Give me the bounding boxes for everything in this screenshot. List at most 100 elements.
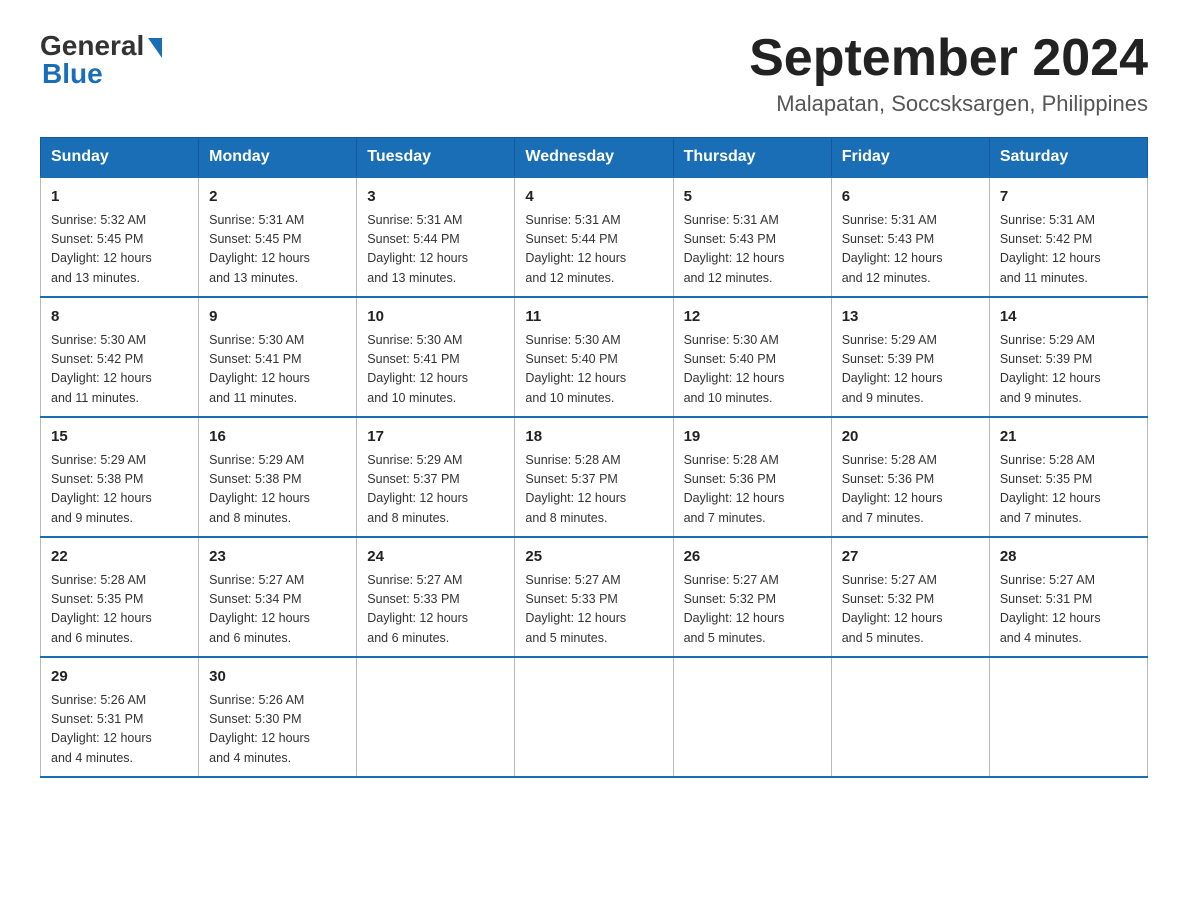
day-info: Sunrise: 5:27 AMSunset: 5:32 PMDaylight:… [684,571,821,649]
day-number: 17 [367,426,504,449]
day-number: 13 [842,306,979,329]
calendar-cell: 7Sunrise: 5:31 AMSunset: 5:42 PMDaylight… [989,177,1147,297]
page-header: General Blue September 2024 Malapatan, S… [40,30,1148,117]
calendar-cell: 2Sunrise: 5:31 AMSunset: 5:45 PMDaylight… [199,177,357,297]
calendar-cell: 11Sunrise: 5:30 AMSunset: 5:40 PMDayligh… [515,297,673,417]
day-info: Sunrise: 5:32 AMSunset: 5:45 PMDaylight:… [51,211,188,289]
day-info: Sunrise: 5:27 AMSunset: 5:32 PMDaylight:… [842,571,979,649]
day-info: Sunrise: 5:27 AMSunset: 5:33 PMDaylight:… [367,571,504,649]
day-number: 29 [51,666,188,689]
day-info: Sunrise: 5:29 AMSunset: 5:39 PMDaylight:… [1000,331,1137,409]
day-number: 2 [209,186,346,209]
calendar-cell: 29Sunrise: 5:26 AMSunset: 5:31 PMDayligh… [41,657,199,777]
calendar-cell: 20Sunrise: 5:28 AMSunset: 5:36 PMDayligh… [831,417,989,537]
location-subtitle: Malapatan, Soccsksargen, Philippines [749,91,1148,117]
day-number: 1 [51,186,188,209]
calendar-header-row: SundayMondayTuesdayWednesdayThursdayFrid… [41,138,1148,178]
calendar-cell: 24Sunrise: 5:27 AMSunset: 5:33 PMDayligh… [357,537,515,657]
day-number: 26 [684,546,821,569]
day-info: Sunrise: 5:28 AMSunset: 5:35 PMDaylight:… [1000,451,1137,529]
day-number: 4 [525,186,662,209]
day-info: Sunrise: 5:31 AMSunset: 5:42 PMDaylight:… [1000,211,1137,289]
calendar-cell: 27Sunrise: 5:27 AMSunset: 5:32 PMDayligh… [831,537,989,657]
calendar-cell: 13Sunrise: 5:29 AMSunset: 5:39 PMDayligh… [831,297,989,417]
day-number: 6 [842,186,979,209]
calendar-cell: 10Sunrise: 5:30 AMSunset: 5:41 PMDayligh… [357,297,515,417]
day-info: Sunrise: 5:27 AMSunset: 5:31 PMDaylight:… [1000,571,1137,649]
day-number: 14 [1000,306,1137,329]
day-info: Sunrise: 5:26 AMSunset: 5:31 PMDaylight:… [51,691,188,769]
day-number: 16 [209,426,346,449]
calendar-cell: 1Sunrise: 5:32 AMSunset: 5:45 PMDaylight… [41,177,199,297]
day-info: Sunrise: 5:30 AMSunset: 5:41 PMDaylight:… [209,331,346,409]
day-info: Sunrise: 5:27 AMSunset: 5:34 PMDaylight:… [209,571,346,649]
calendar-cell: 8Sunrise: 5:30 AMSunset: 5:42 PMDaylight… [41,297,199,417]
day-info: Sunrise: 5:31 AMSunset: 5:43 PMDaylight:… [684,211,821,289]
day-info: Sunrise: 5:30 AMSunset: 5:42 PMDaylight:… [51,331,188,409]
day-info: Sunrise: 5:29 AMSunset: 5:38 PMDaylight:… [209,451,346,529]
day-number: 21 [1000,426,1137,449]
calendar-cell: 22Sunrise: 5:28 AMSunset: 5:35 PMDayligh… [41,537,199,657]
calendar-cell: 5Sunrise: 5:31 AMSunset: 5:43 PMDaylight… [673,177,831,297]
day-number: 15 [51,426,188,449]
day-number: 19 [684,426,821,449]
day-info: Sunrise: 5:31 AMSunset: 5:44 PMDaylight:… [525,211,662,289]
calendar-week-row: 1Sunrise: 5:32 AMSunset: 5:45 PMDaylight… [41,177,1148,297]
calendar-cell: 19Sunrise: 5:28 AMSunset: 5:36 PMDayligh… [673,417,831,537]
calendar-cell [989,657,1147,777]
calendar-cell: 3Sunrise: 5:31 AMSunset: 5:44 PMDaylight… [357,177,515,297]
logo-triangle-icon [148,38,162,58]
day-number: 25 [525,546,662,569]
day-info: Sunrise: 5:28 AMSunset: 5:35 PMDaylight:… [51,571,188,649]
day-info: Sunrise: 5:28 AMSunset: 5:36 PMDaylight:… [842,451,979,529]
day-info: Sunrise: 5:30 AMSunset: 5:40 PMDaylight:… [684,331,821,409]
calendar-table: SundayMondayTuesdayWednesdayThursdayFrid… [40,137,1148,778]
column-header-monday: Monday [199,138,357,178]
calendar-week-row: 29Sunrise: 5:26 AMSunset: 5:31 PMDayligh… [41,657,1148,777]
calendar-week-row: 8Sunrise: 5:30 AMSunset: 5:42 PMDaylight… [41,297,1148,417]
calendar-cell [357,657,515,777]
calendar-cell: 16Sunrise: 5:29 AMSunset: 5:38 PMDayligh… [199,417,357,537]
calendar-cell: 18Sunrise: 5:28 AMSunset: 5:37 PMDayligh… [515,417,673,537]
day-info: Sunrise: 5:30 AMSunset: 5:41 PMDaylight:… [367,331,504,409]
day-number: 12 [684,306,821,329]
column-header-friday: Friday [831,138,989,178]
calendar-cell: 12Sunrise: 5:30 AMSunset: 5:40 PMDayligh… [673,297,831,417]
logo-blue-text: Blue [42,58,103,90]
calendar-cell [515,657,673,777]
column-header-wednesday: Wednesday [515,138,673,178]
day-number: 18 [525,426,662,449]
day-info: Sunrise: 5:28 AMSunset: 5:36 PMDaylight:… [684,451,821,529]
calendar-cell [673,657,831,777]
calendar-cell: 15Sunrise: 5:29 AMSunset: 5:38 PMDayligh… [41,417,199,537]
day-info: Sunrise: 5:29 AMSunset: 5:38 PMDaylight:… [51,451,188,529]
calendar-week-row: 15Sunrise: 5:29 AMSunset: 5:38 PMDayligh… [41,417,1148,537]
day-info: Sunrise: 5:29 AMSunset: 5:37 PMDaylight:… [367,451,504,529]
day-info: Sunrise: 5:31 AMSunset: 5:44 PMDaylight:… [367,211,504,289]
column-header-sunday: Sunday [41,138,199,178]
day-number: 8 [51,306,188,329]
day-number: 7 [1000,186,1137,209]
calendar-cell: 14Sunrise: 5:29 AMSunset: 5:39 PMDayligh… [989,297,1147,417]
day-number: 30 [209,666,346,689]
day-number: 5 [684,186,821,209]
calendar-cell: 21Sunrise: 5:28 AMSunset: 5:35 PMDayligh… [989,417,1147,537]
column-header-saturday: Saturday [989,138,1147,178]
day-number: 10 [367,306,504,329]
day-info: Sunrise: 5:26 AMSunset: 5:30 PMDaylight:… [209,691,346,769]
day-number: 28 [1000,546,1137,569]
day-number: 24 [367,546,504,569]
calendar-cell: 30Sunrise: 5:26 AMSunset: 5:30 PMDayligh… [199,657,357,777]
day-number: 20 [842,426,979,449]
calendar-cell: 17Sunrise: 5:29 AMSunset: 5:37 PMDayligh… [357,417,515,537]
calendar-cell: 9Sunrise: 5:30 AMSunset: 5:41 PMDaylight… [199,297,357,417]
calendar-week-row: 22Sunrise: 5:28 AMSunset: 5:35 PMDayligh… [41,537,1148,657]
day-info: Sunrise: 5:27 AMSunset: 5:33 PMDaylight:… [525,571,662,649]
logo: General Blue [40,30,162,90]
column-header-tuesday: Tuesday [357,138,515,178]
day-info: Sunrise: 5:29 AMSunset: 5:39 PMDaylight:… [842,331,979,409]
day-info: Sunrise: 5:31 AMSunset: 5:45 PMDaylight:… [209,211,346,289]
month-year-title: September 2024 [749,30,1148,87]
calendar-cell: 28Sunrise: 5:27 AMSunset: 5:31 PMDayligh… [989,537,1147,657]
calendar-cell: 25Sunrise: 5:27 AMSunset: 5:33 PMDayligh… [515,537,673,657]
